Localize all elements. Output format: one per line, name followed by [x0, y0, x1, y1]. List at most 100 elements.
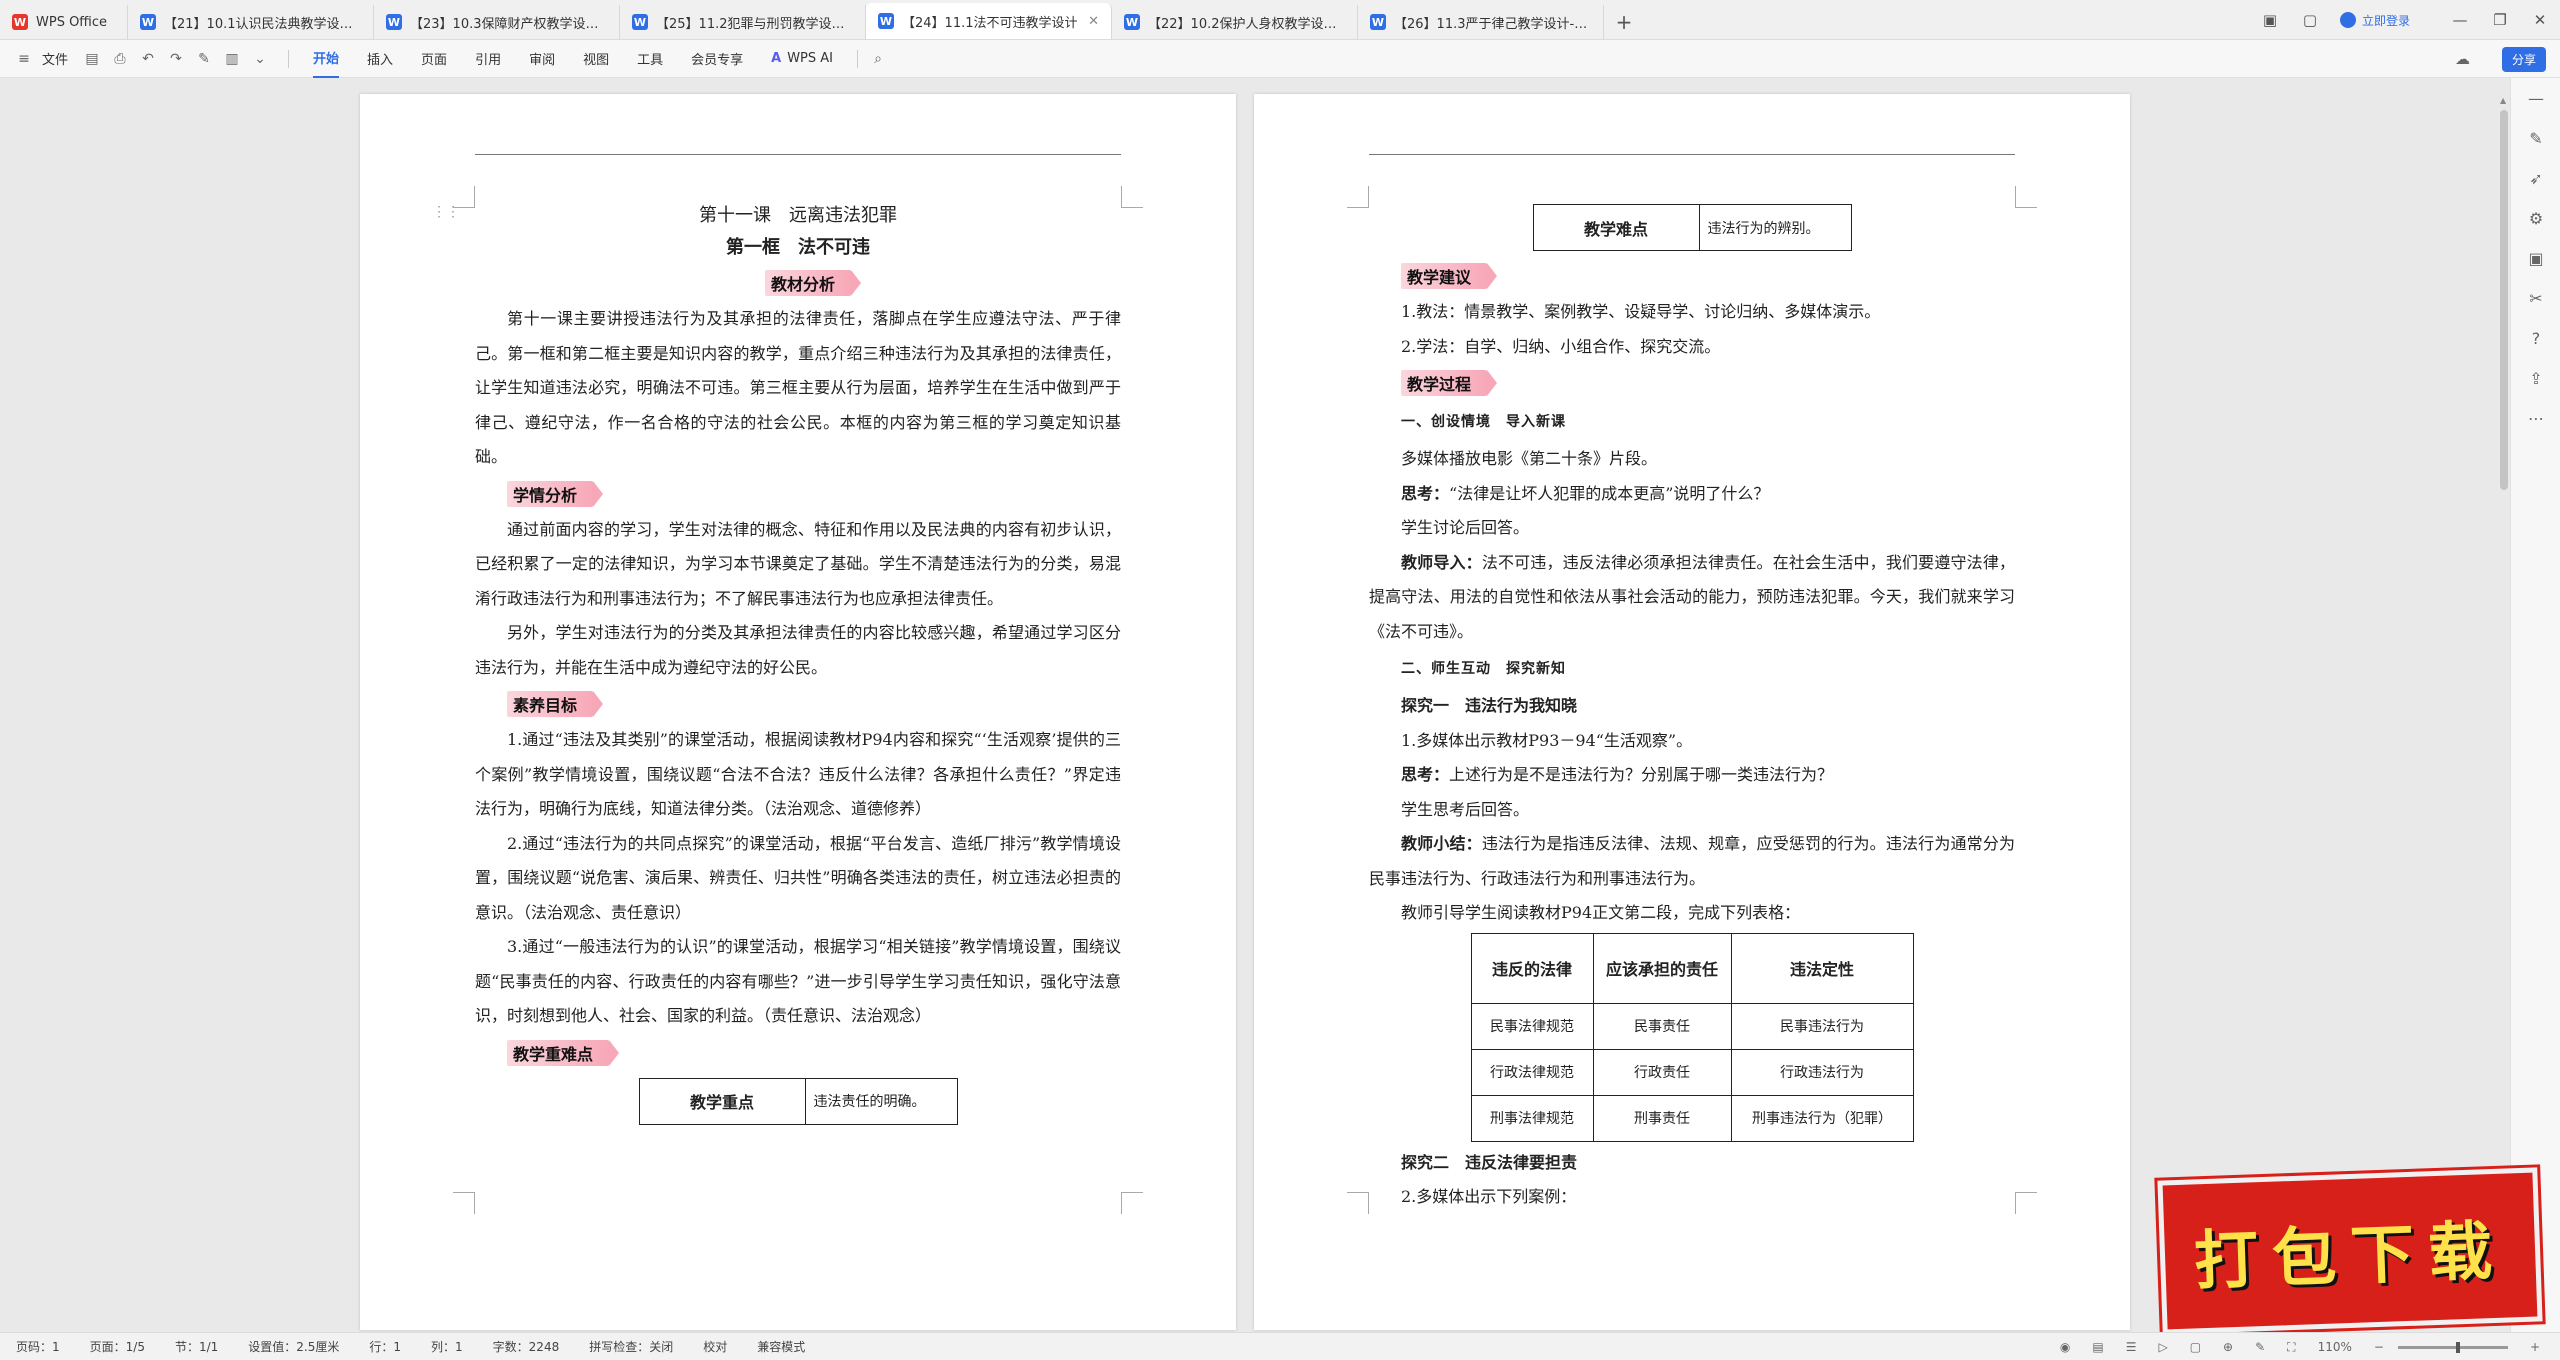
fit-page-icon[interactable]: ⛶: [2287, 1340, 2295, 1355]
print-icon[interactable]: ⎙: [110, 49, 130, 69]
play-icon[interactable]: ▷: [2158, 1340, 2167, 1354]
tab-references[interactable]: 引用: [475, 40, 501, 78]
image-icon[interactable]: ▣: [2511, 238, 2560, 278]
status-proofread[interactable]: 校对: [703, 1338, 727, 1355]
screen-icon[interactable]: ▢: [2290, 11, 2330, 29]
status-pages[interactable]: 页面：1/5: [90, 1338, 145, 1355]
step-heading[interactable]: 二、师生互动 探究新知: [1369, 649, 2015, 689]
paragraph[interactable]: 2.通过“违法行为的共同点探究”的课堂活动，根据“平台发言、造纸厂排污”教学情境…: [475, 827, 1121, 931]
chevron-down-icon[interactable]: ⌄: [250, 49, 270, 69]
paragraph[interactable]: 1.通过“违法及其类别”的课堂活动，根据阅读教材P94内容和探究“‘生活观察’提…: [475, 723, 1121, 827]
explore-heading[interactable]: 探究一 违法行为我知晓: [1369, 689, 2015, 724]
paragraph[interactable]: 另外，学生对违法行为的分类及其承担法律责任的内容比较感兴趣，希望通过学习区分违法…: [475, 616, 1121, 685]
tab-document[interactable]: W 【21】10.1认识民法典教学设计-2024: [128, 5, 374, 39]
zoom-level[interactable]: 110%: [2318, 1340, 2352, 1354]
tab-view[interactable]: 视图: [583, 40, 609, 78]
key-point-table[interactable]: 教学重点 违法责任的明确。: [638, 1077, 958, 1125]
file-menu[interactable]: 文件: [42, 49, 68, 68]
paragraph[interactable]: 教师导入：法不可违，违反法律必须承担法律责任。在社会生活中，我们要遵守法律，提高…: [1369, 546, 2015, 650]
drag-handle-icon[interactable]: ⋮⋮: [432, 204, 460, 220]
text-line[interactable]: 学生思考后回答。: [1369, 793, 2015, 828]
paragraph[interactable]: 第十一课主要讲授违法行为及其承担的法律责任，落脚点在学生应遵法守法、严于律己。第…: [475, 302, 1121, 475]
tab-home[interactable]: 开始: [313, 40, 340, 78]
tab-member[interactable]: 会员专享: [691, 40, 743, 78]
tab-page[interactable]: 页面: [421, 40, 447, 78]
explore-heading[interactable]: 探究二 违反法律要担责: [1369, 1146, 2015, 1181]
tab-wps-home[interactable]: W WPS Office: [0, 5, 128, 39]
close-icon[interactable]: ✕: [1088, 14, 1099, 29]
share-button[interactable]: 分享: [2501, 47, 2546, 72]
status-page-number[interactable]: 页码：1: [16, 1338, 60, 1355]
close-window-icon[interactable]: ✕: [2520, 11, 2560, 29]
zoom-slider[interactable]: [2397, 1341, 2508, 1353]
redo-icon[interactable]: ↷: [166, 49, 186, 69]
restore-icon[interactable]: ❐: [2480, 11, 2520, 29]
scroll-up-icon[interactable]: ▲: [2500, 96, 2508, 105]
text-line[interactable]: 学生讨论后回答。: [1369, 511, 2015, 546]
more-icon[interactable]: ⋯: [2511, 398, 2560, 438]
adjust-icon[interactable]: ⚙: [2511, 198, 2560, 238]
download-banner[interactable]: 打包下载: [2157, 1167, 2543, 1335]
tab-tools[interactable]: 工具: [637, 40, 663, 78]
save-icon[interactable]: ▤: [82, 49, 102, 69]
lesson-title[interactable]: 第十一课 远离违法犯罪: [475, 200, 1121, 232]
help-icon[interactable]: ?: [2511, 318, 2560, 358]
share-icon[interactable]: ⇪: [2511, 358, 2560, 398]
zoom-out-icon[interactable]: −: [2374, 1340, 2384, 1354]
difficulty-table[interactable]: 教学难点 违法行为的辨别。: [1532, 204, 1852, 251]
select-icon[interactable]: ➶: [2511, 158, 2560, 198]
page-view-icon[interactable]: ▤: [2092, 1340, 2103, 1354]
status-column[interactable]: 列：1: [431, 1338, 463, 1355]
text-line[interactable]: 多媒体播放电影《第二十条》片段。: [1369, 442, 2015, 477]
text-line[interactable]: 2.多媒体出示下列案例：: [1369, 1180, 2015, 1215]
paragraph[interactable]: 教师小结：违法行为是指违反法律、法规、规章，应受惩罚的行为。违法行为通常分为民事…: [1369, 827, 2015, 896]
edit-icon[interactable]: ✎: [2255, 1340, 2265, 1354]
tab-document[interactable]: W 【22】10.2保护人身权教学设计-2024: [1112, 5, 1358, 39]
tab-insert[interactable]: 插入: [367, 40, 393, 78]
zoom-slider-thumb[interactable]: [2455, 1341, 2460, 1353]
collapse-icon[interactable]: —: [2511, 78, 2560, 118]
status-word-count[interactable]: 字数：2248: [493, 1338, 560, 1355]
law-classification-table[interactable]: 违反的法律 应该承担的责任 违法定性 民事法律规范 民事责任 民事违法行为 行政…: [1470, 932, 1914, 1142]
window-layout-icon[interactable]: ▣: [2250, 11, 2290, 29]
undo-icon[interactable]: ↶: [138, 49, 158, 69]
vertical-scrollbar[interactable]: [2500, 110, 2508, 490]
status-spell-check[interactable]: 拼写检查：关闭: [589, 1338, 673, 1355]
menu-icon[interactable]: ≡: [14, 49, 34, 69]
wps-ai-button[interactable]: A WPS AI: [771, 51, 833, 66]
status-section[interactable]: 节：1/1: [175, 1338, 218, 1355]
document-page-2: 教学难点 违法行为的辨别。 教学建议 1.教法：情景教学、案例教学、设疑导学、讨…: [1254, 94, 2130, 1330]
search-icon[interactable]: ⌕: [868, 49, 888, 69]
outline-view-icon[interactable]: ☰: [2126, 1340, 2137, 1354]
status-compat-mode[interactable]: 兼容模式: [757, 1338, 805, 1355]
tools-icon[interactable]: ✂: [2511, 278, 2560, 318]
new-tab-button[interactable]: +: [1604, 5, 1644, 39]
export-pdf-icon[interactable]: ▥: [222, 49, 242, 69]
tab-document[interactable]: W 【23】10.3保障财产权教学设计-2024: [374, 5, 620, 39]
text-line[interactable]: 2.学法：自学、归纳、小组合作、探究交流。: [1369, 330, 2015, 365]
web-view-icon[interactable]: ⊕: [2223, 1340, 2233, 1354]
tab-document[interactable]: W 【26】11.3严于律己教学设计-2024: [1358, 5, 1604, 39]
text-line[interactable]: 思考：上述行为是不是违法行为？分别属于哪一类违法行为？: [1369, 758, 2015, 793]
text-line[interactable]: 教师引导学生阅读教材P94正文第二段，完成下列表格：: [1369, 896, 2015, 931]
tab-document[interactable]: W 【25】11.2犯罪与刑罚教学设计-2024: [620, 5, 866, 39]
pen-icon[interactable]: ✎: [2511, 118, 2560, 158]
eye-icon[interactable]: ◉: [2060, 1340, 2070, 1354]
tab-document-active[interactable]: W 【24】11.1法不可违教学设计 ✕: [866, 3, 1112, 39]
paragraph[interactable]: 3.通过“一般违法行为的认识”的课堂活动，根据学习“相关链接”教学情境设置，围绕…: [475, 930, 1121, 1034]
tab-review[interactable]: 审阅: [529, 40, 555, 78]
login-button[interactable]: 立即登录: [2339, 12, 2410, 29]
step-heading[interactable]: 一、创设情境 导入新课: [1369, 402, 2015, 442]
zoom-in-icon[interactable]: +: [2530, 1340, 2540, 1354]
text-line[interactable]: 1.教法：情景教学、案例教学、设疑导学、讨论归纳、多媒体演示。: [1369, 295, 2015, 330]
status-row[interactable]: 行：1: [369, 1338, 401, 1355]
format-painter-icon[interactable]: ✎: [194, 49, 214, 69]
section-title[interactable]: 第一框 法不可违: [475, 232, 1121, 264]
cloud-sync-icon[interactable]: ☁: [2455, 50, 2470, 68]
read-mode-icon[interactable]: ▢: [2190, 1340, 2201, 1354]
paragraph[interactable]: 通过前面内容的学习，学生对法律的概念、特征和作用以及民法典的内容有初步认识，已经…: [475, 513, 1121, 617]
text-line[interactable]: 思考：“法律是让坏人犯罪的成本更高”说明了什么？: [1369, 477, 2015, 512]
text-line[interactable]: 1.多媒体出示教材P93－94“生活观察”。: [1369, 724, 2015, 759]
minimize-icon[interactable]: —: [2440, 11, 2480, 29]
status-setting[interactable]: 设置值：2.5厘米: [248, 1338, 339, 1355]
